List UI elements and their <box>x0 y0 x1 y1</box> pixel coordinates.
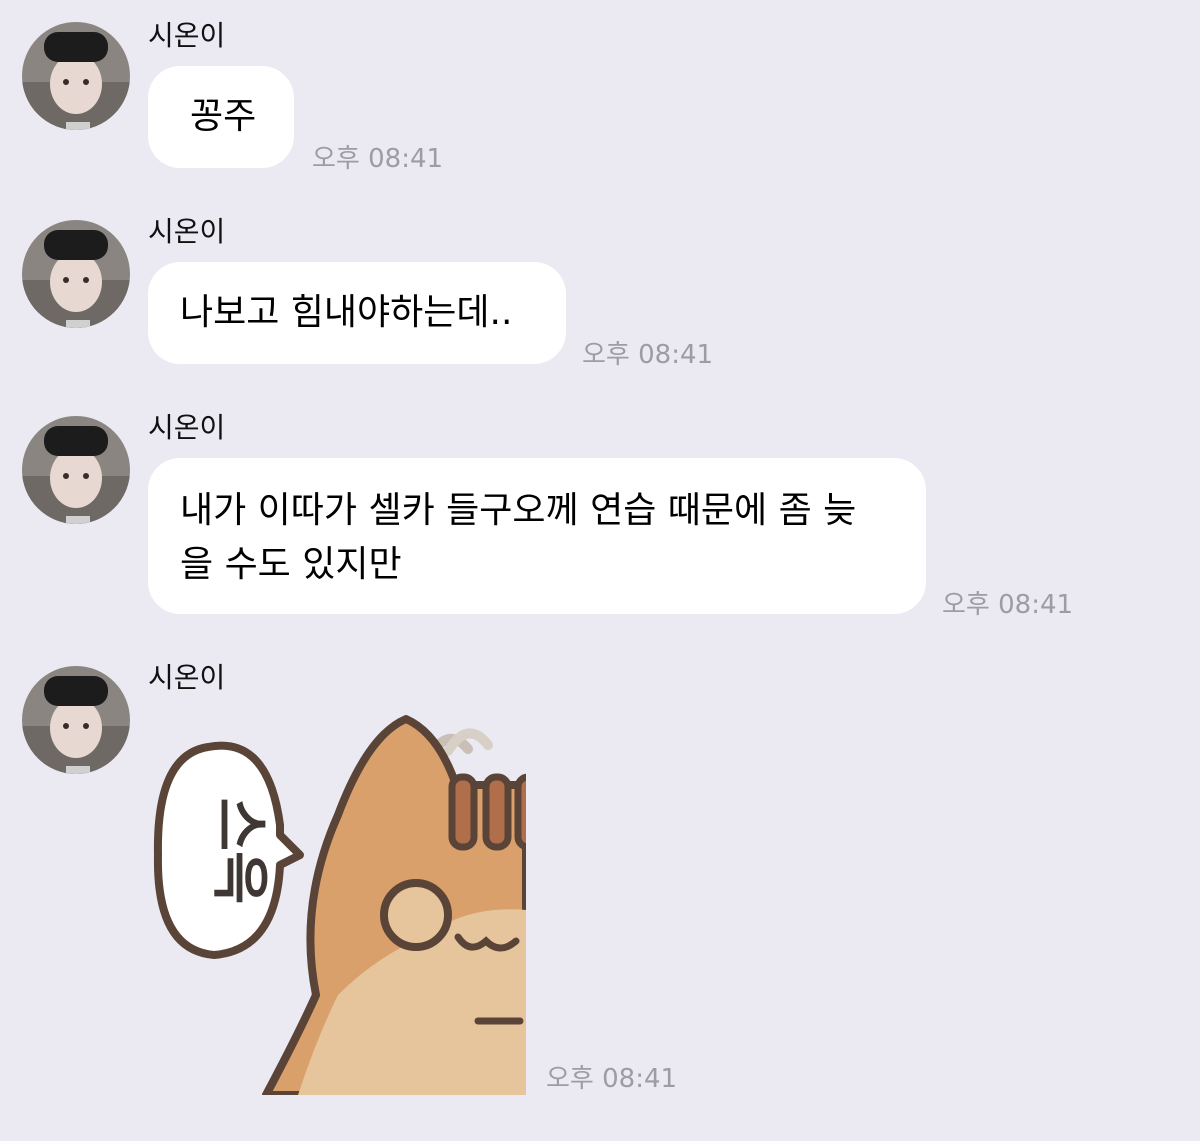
message-bubble[interactable]: 꽁주 <box>148 66 294 168</box>
sender-name: 시온이 <box>148 215 226 248</box>
sender-name: 시온이 <box>148 19 226 52</box>
sender-name: 시온이 <box>148 411 226 444</box>
sender-name: 시온이 <box>148 661 226 694</box>
message-timestamp: 오후 08:41 <box>942 590 1074 620</box>
sender-avatar[interactable] <box>22 416 130 524</box>
message-text: 꽁주 <box>190 96 257 137</box>
message-bubble[interactable]: 내가 이따가 셀카 들구오께 연습 때문에 좀 늦 을 수도 있지만 <box>148 458 926 614</box>
cat-sticker[interactable]: 스윽 <box>148 705 544 1099</box>
message-timestamp: 오후 08:41 <box>582 340 714 370</box>
message-text-line: 내가 이따가 셀카 들구오께 연습 때문에 좀 늦 <box>180 490 857 531</box>
cat-eye <box>380 879 452 951</box>
speech-bubble-text: 스윽 <box>206 798 274 905</box>
message-text-line: 을 수도 있지만 <box>180 544 402 585</box>
message-text: 나보고 힘내야하는데.. <box>180 292 513 333</box>
sender-avatar[interactable] <box>22 22 130 130</box>
message-timestamp: 오후 08:41 <box>546 1064 678 1094</box>
message-bubble[interactable]: 나보고 힘내야하는데.. <box>148 262 566 364</box>
sender-avatar[interactable] <box>22 220 130 328</box>
message-timestamp: 오후 08:41 <box>312 144 444 174</box>
sender-avatar[interactable] <box>22 666 130 774</box>
